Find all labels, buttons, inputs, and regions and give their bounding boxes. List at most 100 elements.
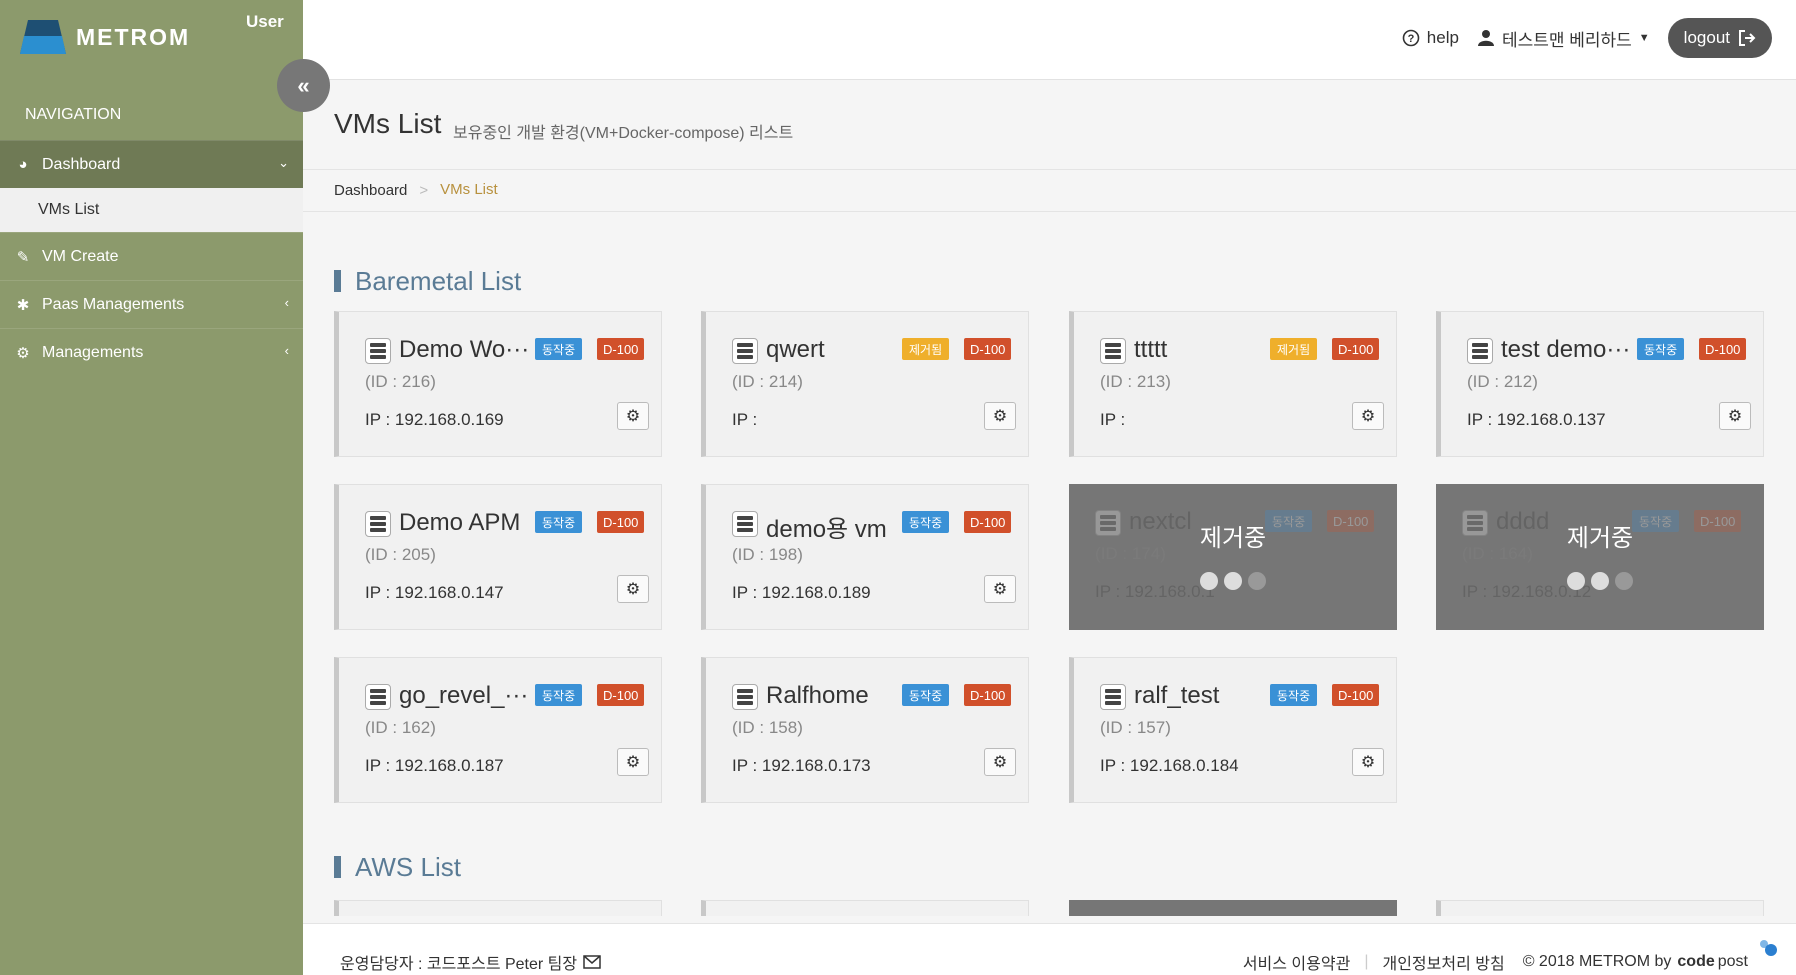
vm-ip: IP : 192.168.0.187	[365, 756, 504, 775]
status-badge: 제거됨	[1270, 338, 1318, 360]
server-icon	[1100, 684, 1126, 710]
vm-card[interactable]: Demo Wo··· 동작중 D-100 (ID : 216) IP : 192.168…	[334, 311, 662, 457]
svg-text:?: ?	[1407, 33, 1414, 45]
vm-name[interactable]: Ralfhome	[766, 682, 894, 710]
settings-gear-button[interactable]: ⚙	[984, 402, 1016, 430]
logo[interactable]: METROM	[20, 20, 190, 54]
logout-button[interactable]: logout	[1667, 18, 1772, 58]
footer-divider: |	[1364, 953, 1369, 970]
sidebar-collapse-button[interactable]: «	[277, 59, 330, 112]
breadcrumb: Dashboard > VMs List	[303, 170, 1796, 212]
footer-manager: 운영담당자 : 코드포스트 Peter 팀장	[340, 956, 578, 973]
page-title: VMs List	[334, 108, 442, 139]
help-link[interactable]: ? help	[1402, 28, 1459, 48]
breadcrumb-home[interactable]: Dashboard	[334, 182, 407, 199]
vm-id: (ID : 216)	[365, 372, 436, 391]
plan-badge: D-100	[597, 338, 645, 360]
vm-card[interactable]: qwert 제거됨 D-100 (ID : 214) IP : ⚙	[701, 311, 1029, 457]
footer-privacy-link[interactable]: 개인정보처리 방침	[1382, 950, 1504, 974]
page-subtitle: 보유중인 개발 환경(VM+Docker-compose) 리스트	[453, 125, 794, 142]
vm-card[interactable]: Ralfhome 동작중 D-100 (ID : 158) IP : 192.168.0…	[701, 657, 1029, 803]
plan-badge: D-100	[1699, 338, 1747, 360]
vm-name[interactable]: go_revel_···	[399, 682, 527, 710]
aws-card[interactable]	[1436, 900, 1764, 916]
gear-icon: ✱	[16, 296, 30, 314]
plan-badge: D-100	[1332, 338, 1380, 360]
nav-item-vm-create[interactable]: ✎ VM Create	[0, 232, 303, 280]
breadcrumb-separator: >	[419, 182, 429, 199]
deleting-label: 제거중	[1566, 525, 1634, 552]
user-label: User	[246, 12, 284, 31]
plan-badge: D-100	[964, 684, 1012, 706]
vm-name[interactable]: Demo APM	[399, 509, 527, 537]
plan-badge: D-100	[964, 511, 1012, 533]
vm-card[interactable]: nextcl 동작중 D-100 (ID : 174) IP : 192.168.0.1…	[1069, 484, 1397, 630]
metrom-logo-icon	[20, 20, 66, 54]
vm-name[interactable]: ttttt	[1134, 336, 1262, 364]
settings-gear-button[interactable]: ⚙	[617, 575, 649, 603]
cog-icon: ⚙	[16, 344, 30, 362]
gears-icon: ⚙	[992, 754, 1008, 771]
settings-gear-button[interactable]: ⚙	[617, 748, 649, 776]
caret-down-icon: ▼	[1638, 32, 1650, 44]
chevron-left-icon: ‹	[284, 295, 289, 310]
server-icon	[365, 684, 391, 710]
vm-id: (ID : 158)	[732, 718, 803, 737]
vm-name[interactable]: test demo···	[1501, 336, 1629, 364]
vm-id: (ID : 213)	[1100, 372, 1171, 391]
settings-gear-button[interactable]: ⚙	[1352, 402, 1384, 430]
vm-card[interactable]: ralf_test 동작중 D-100 (ID : 157) IP : 192.168.…	[1069, 657, 1397, 803]
user-icon	[1477, 30, 1494, 46]
plan-badge: D-100	[597, 684, 645, 706]
aws-card[interactable]	[1069, 900, 1397, 916]
settings-gear-button[interactable]: ⚙	[984, 748, 1016, 776]
edit-icon: ✎	[16, 248, 30, 266]
nav-subitem-label: VMs List	[38, 201, 100, 218]
vm-id: (ID : 212)	[1467, 372, 1538, 391]
page-header: VMs List 보유중인 개발 환경(VM+Docker-compose) 리…	[303, 80, 1796, 170]
nav-list: ◕ Dashboard ⌄ VMs List ✎ VM Create ✱ Paa…	[0, 140, 303, 376]
vm-ip: IP : 192.168.0.169	[365, 410, 504, 429]
server-icon	[732, 511, 758, 537]
vm-card[interactable]: go_revel_··· 동작중 D-100 (ID : 162) IP : 192.1…	[334, 657, 662, 803]
footer-terms-link[interactable]: 서비스 이용약관	[1243, 950, 1351, 974]
vm-id: (ID : 198)	[732, 545, 803, 564]
vm-name[interactable]: Demo Wo···	[399, 336, 527, 364]
vm-name[interactable]: qwert	[766, 336, 894, 364]
nav-subitem-vms-list[interactable]: VMs List	[0, 188, 303, 232]
nav-item-paas[interactable]: ✱ Paas Managements ‹	[0, 280, 303, 328]
footer: 운영담당자 : 코드포스트 Peter 팀장 서비스 이용약관 | 개인정보처리…	[303, 923, 1796, 975]
status-badge: 동작중	[902, 684, 950, 706]
settings-gear-button[interactable]: ⚙	[617, 402, 649, 430]
loading-dots-icon	[1069, 572, 1397, 590]
settings-gear-button[interactable]: ⚙	[1352, 748, 1384, 776]
dashboard-icon: ◕	[18, 156, 28, 173]
aws-card[interactable]	[701, 900, 1029, 916]
vm-id: (ID : 214)	[732, 372, 803, 391]
double-chevron-left-icon: «	[297, 72, 310, 98]
section-title-baremetal: Baremetal List	[334, 268, 521, 294]
vm-name[interactable]: ralf_test	[1134, 682, 1262, 710]
gears-icon: ⚙	[625, 581, 641, 598]
vm-card[interactable]: test demo··· 동작중 D-100 (ID : 212) IP : 192.1…	[1436, 311, 1764, 457]
vm-card[interactable]: ttttt 제거됨 D-100 (ID : 213) IP : ⚙	[1069, 311, 1397, 457]
vm-ip: IP : 192.168.0.184	[1100, 756, 1239, 775]
loading-dots-icon	[1436, 572, 1764, 590]
footer-brand-code: code	[1677, 953, 1715, 970]
nav-item-dashboard[interactable]: ◕ Dashboard ⌄	[0, 140, 303, 188]
chevron-left-icon: ‹	[284, 343, 289, 358]
status-badge: 동작중	[902, 511, 950, 533]
gears-icon: ⚙	[992, 408, 1008, 425]
vm-card[interactable]: dddd 동작중 D-100 (ID : 164) IP : 192.168.0.12 제…	[1436, 484, 1764, 630]
user-menu[interactable]: 테스트맨 베리하드 ▼	[1477, 26, 1650, 51]
aws-card[interactable]	[334, 900, 662, 916]
settings-gear-button[interactable]: ⚙	[984, 575, 1016, 603]
vm-card[interactable]: Demo APM 동작중 D-100 (ID : 205) IP : 192.168.0…	[334, 484, 662, 630]
sign-out-icon	[1739, 30, 1756, 46]
nav-item-managements[interactable]: ⚙ Managements ‹	[0, 328, 303, 376]
settings-gear-button[interactable]: ⚙	[1719, 402, 1751, 430]
envelope-icon[interactable]	[583, 955, 601, 969]
vm-id: (ID : 205)	[365, 545, 436, 564]
vm-name[interactable]: demo용 vm	[766, 509, 894, 544]
vm-card[interactable]: demo용 vm 동작중 D-100 (ID : 198) IP : 192.168.0…	[701, 484, 1029, 630]
